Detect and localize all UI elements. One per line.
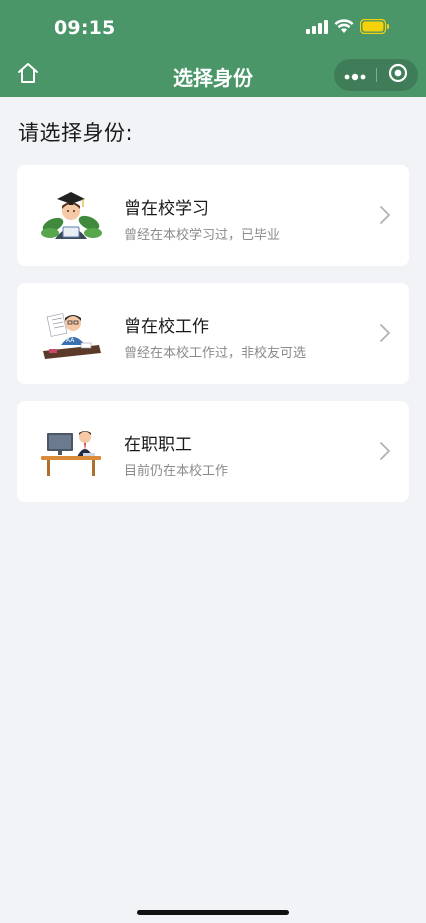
option-title: 曾在校工作 [124,317,209,337]
option-title: 在职职工 [124,435,192,455]
signal-icon [306,19,328,38]
option-subtitle: 曾经在本校学习过，已毕业 [124,228,281,243]
svg-text:AA: AA [66,337,75,344]
option-subtitle: 曾经在本校工作过，非校友可选 [124,346,307,361]
status-icons [306,18,390,38]
close-target-icon [388,63,408,87]
option-subtitle: 目前仍在本校工作 [124,464,229,479]
current-staff-illustration-icon [39,423,103,479]
chevron-right-icon [379,205,391,225]
status-time: 09:15 [54,17,116,39]
select-identity-heading: 请选择身份: [18,121,134,145]
more-button[interactable] [334,59,376,91]
battery-icon [359,18,390,38]
former-staff-illustration-icon: AA [39,305,103,361]
option-card-graduate[interactable]: 曾在校学习 曾经在本校学习过，已毕业 [17,165,409,266]
top-bar: 09:15 选择身份 [0,0,426,97]
option-title: 曾在校学习 [124,199,209,219]
home-indicator [137,910,289,915]
more-dots-icon [344,66,366,85]
chevron-right-icon [379,441,391,461]
chevron-right-icon [379,323,391,343]
option-card-former-staff[interactable]: AA 曾在校工作 曾经在本校工作过，非校友可选 [17,283,409,384]
mini-program-capsule [334,59,418,91]
option-card-current-staff[interactable]: 在职职工 目前仍在本校工作 [17,401,409,502]
graduate-illustration-icon [39,187,103,243]
close-button[interactable] [377,59,418,91]
wifi-icon [334,18,354,38]
